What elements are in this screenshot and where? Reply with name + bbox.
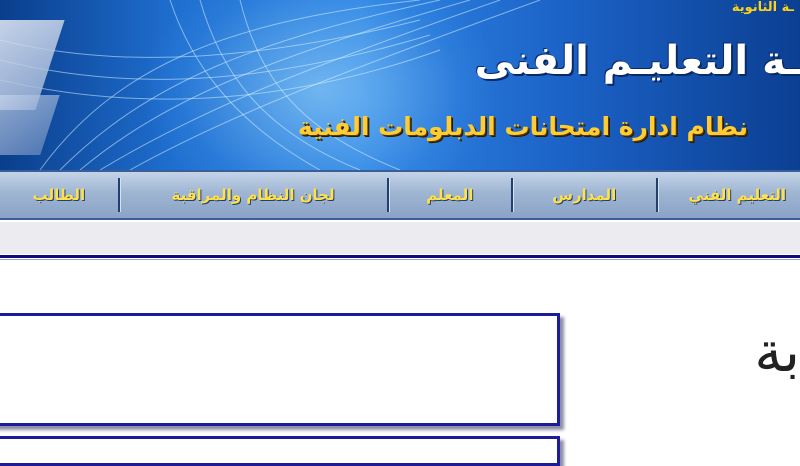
content-panel: [0, 436, 560, 466]
section-heading-fragment: بة: [754, 320, 800, 385]
nav-item-student[interactable]: الطالب: [0, 172, 118, 218]
content-panel: [0, 313, 560, 426]
banner-wave-graphic: [0, 0, 541, 170]
header-banner: ـة الثانوية ـة التعليـم الفنى نظام ادارة…: [0, 0, 800, 170]
banner-top-text: ـة الثانوية: [731, 0, 794, 15]
main-nav-bar: التعليم الفني المدارس المعلم لجان النظام…: [0, 170, 800, 220]
content-top-band: [0, 222, 800, 254]
nav-item-technical-education[interactable]: التعليم الفني: [658, 172, 800, 218]
banner-subtitle: نظام ادارة امتحانات الدبلومات الفنية: [297, 112, 748, 141]
nav-item-committees[interactable]: لجان النظام والمراقبة: [120, 172, 387, 218]
nav-item-teacher[interactable]: المعلم: [389, 172, 512, 218]
content-divider-thin: [0, 259, 800, 260]
content-divider: [0, 255, 800, 258]
banner-title: ـة التعليـم الفنى: [474, 38, 800, 84]
nav-item-schools[interactable]: المدارس: [513, 172, 655, 218]
